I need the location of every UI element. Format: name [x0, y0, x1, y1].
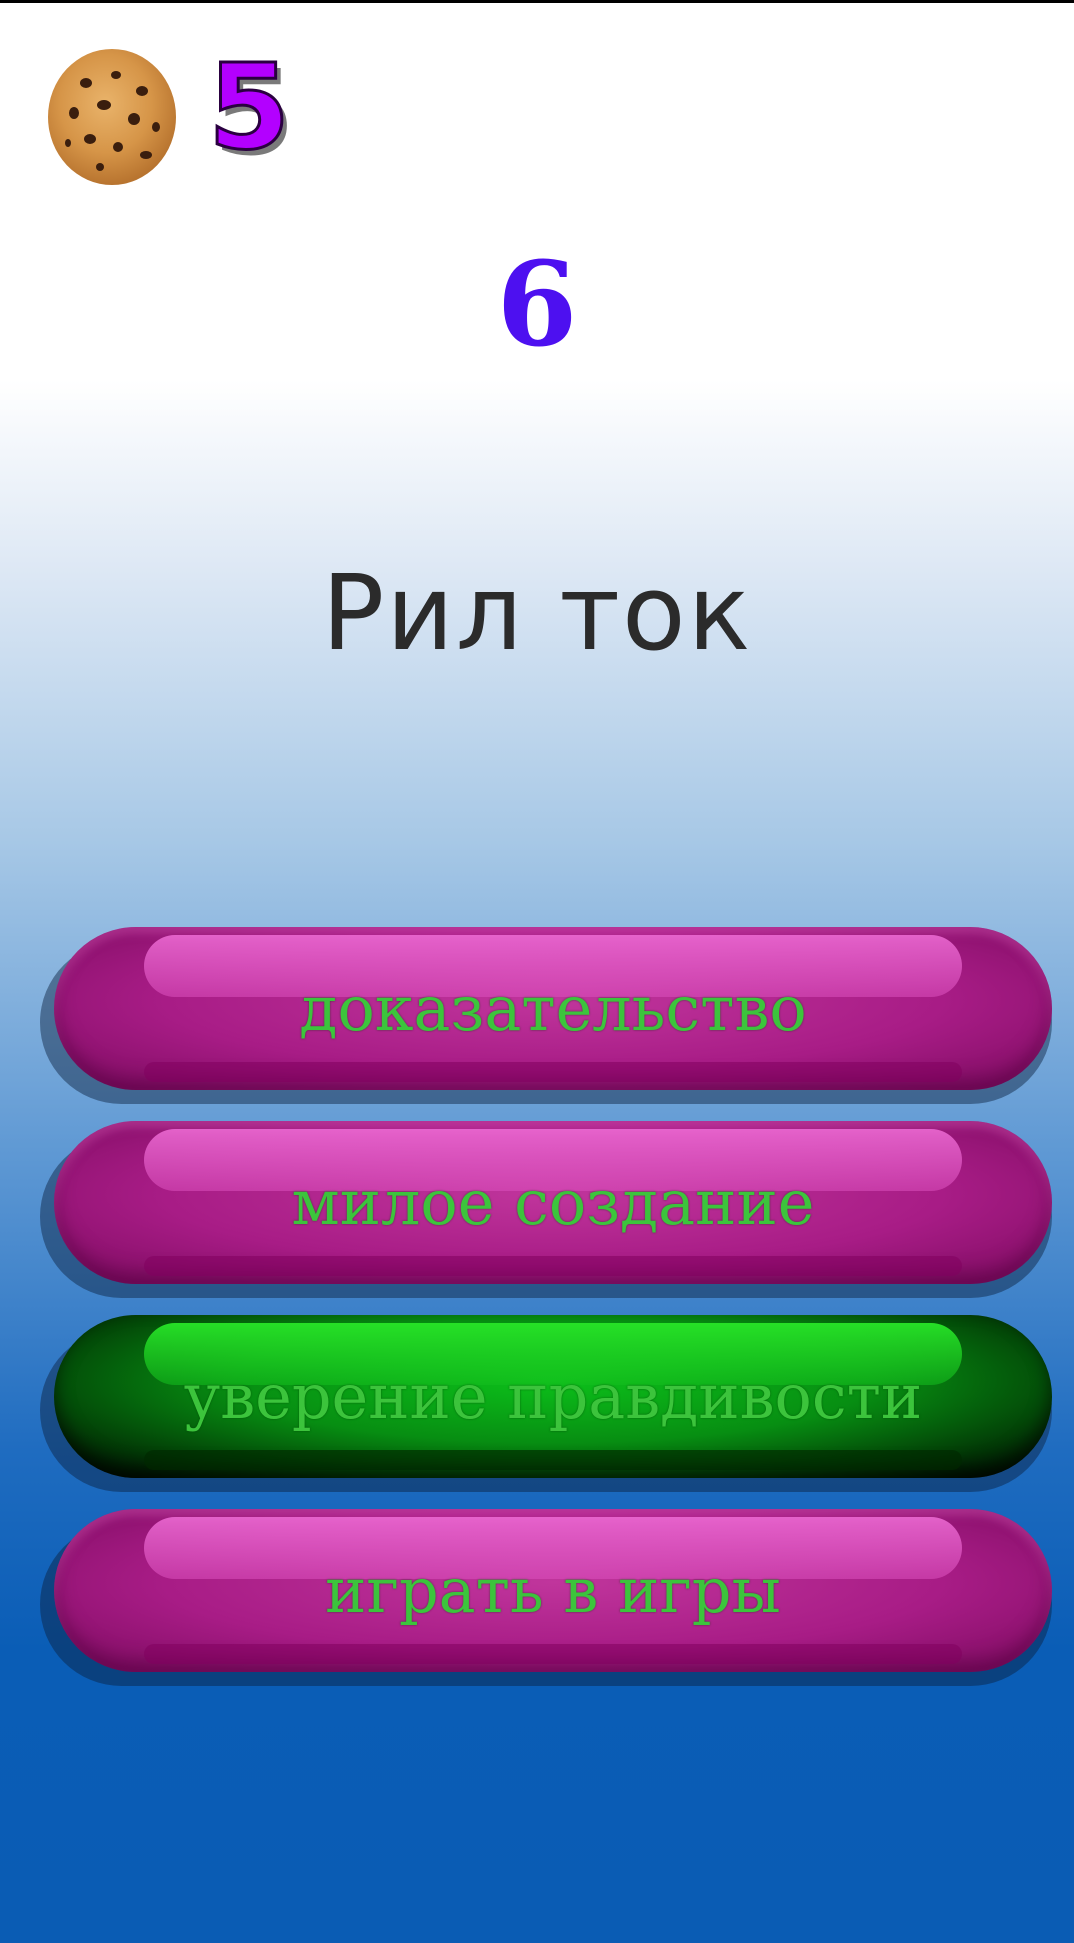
- answer-label-4: играть в игры: [325, 1554, 781, 1627]
- answer-label-1: доказательство: [299, 972, 807, 1045]
- answer-label-3: уверение правдивости: [183, 1360, 923, 1433]
- answer-button-2[interactable]: милое создание: [40, 1121, 1052, 1298]
- answer-label-2: милое создание: [291, 1166, 815, 1239]
- question-text: Рил ток: [321, 552, 753, 674]
- answer-button-3[interactable]: уверение правдивости: [40, 1315, 1052, 1492]
- answer-button-1[interactable]: доказательство: [40, 927, 1052, 1104]
- answer-button-4[interactable]: играть в игры: [40, 1509, 1052, 1686]
- top-border: [0, 0, 1074, 3]
- cookie-icon: [48, 49, 176, 185]
- cookie-score: 5: [206, 38, 291, 176]
- question-number: 6: [496, 237, 578, 373]
